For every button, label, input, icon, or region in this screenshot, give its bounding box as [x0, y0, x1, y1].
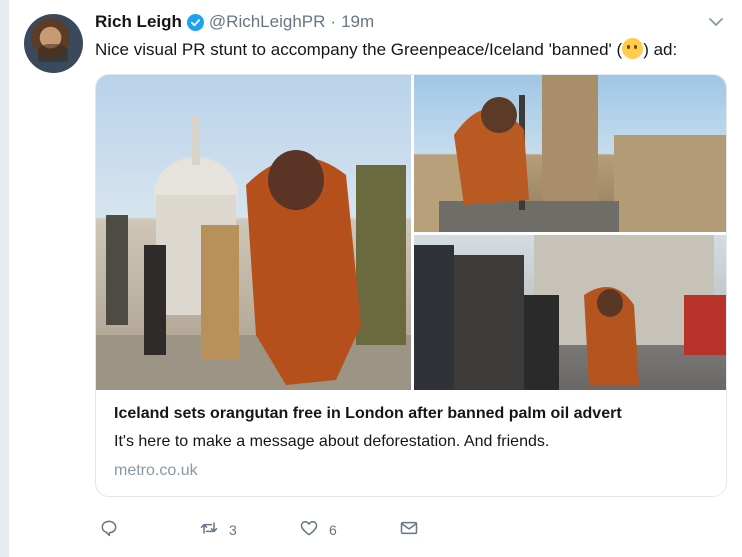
card-domain: metro.co.uk [114, 462, 198, 479]
card-title[interactable]: Iceland sets orangutan free in London af… [114, 405, 714, 429]
tweet-text: Nice visual PR stunt to accompany the Gr… [95, 38, 735, 61]
card-image-orangutan-westminster[interactable] [414, 75, 726, 232]
avatar[interactable] [24, 14, 83, 73]
display-name[interactable]: Rich Leigh [95, 12, 182, 32]
verified-badge-icon [186, 13, 204, 31]
chevron-down-icon[interactable] [707, 13, 725, 31]
card-text[interactable]: Iceland sets orangutan free in London af… [114, 405, 714, 484]
action-bar: 3 6 [99, 518, 499, 542]
card-image-orangutan-st-pauls[interactable] [96, 75, 411, 390]
separator-dot: · [330, 12, 337, 31]
card-description: It's here to make a message about defore… [114, 433, 550, 450]
envelope-icon [399, 518, 419, 541]
handle[interactable]: @RichLeighPR [209, 12, 325, 32]
like-count: 6 [329, 521, 337, 538]
link-card[interactable]: Iceland sets orangutan free in London af… [95, 74, 727, 497]
tweet-text-part2: ) ad: [643, 40, 678, 59]
tweet[interactable]: Rich Leigh @RichLeighPR · 19m Nice visua… [9, 0, 742, 557]
card-image-orangutan-street[interactable] [414, 235, 726, 390]
like-button[interactable]: 6 [299, 518, 337, 541]
retweet-button[interactable]: 3 [199, 518, 237, 541]
reply-icon [99, 518, 119, 541]
face-with-rolling-eyes-emoji-icon [622, 38, 644, 59]
heart-icon [299, 518, 319, 541]
tweet-text-part1: Nice visual PR stunt to accompany the Gr… [95, 40, 623, 59]
tweet-header: Rich Leigh @RichLeighPR · 19m [95, 10, 695, 34]
retweet-icon [199, 518, 219, 541]
timestamp[interactable]: 19m [341, 12, 374, 32]
retweet-count: 3 [229, 521, 237, 538]
direct-message-button[interactable] [399, 518, 419, 541]
reply-button[interactable] [99, 518, 129, 541]
